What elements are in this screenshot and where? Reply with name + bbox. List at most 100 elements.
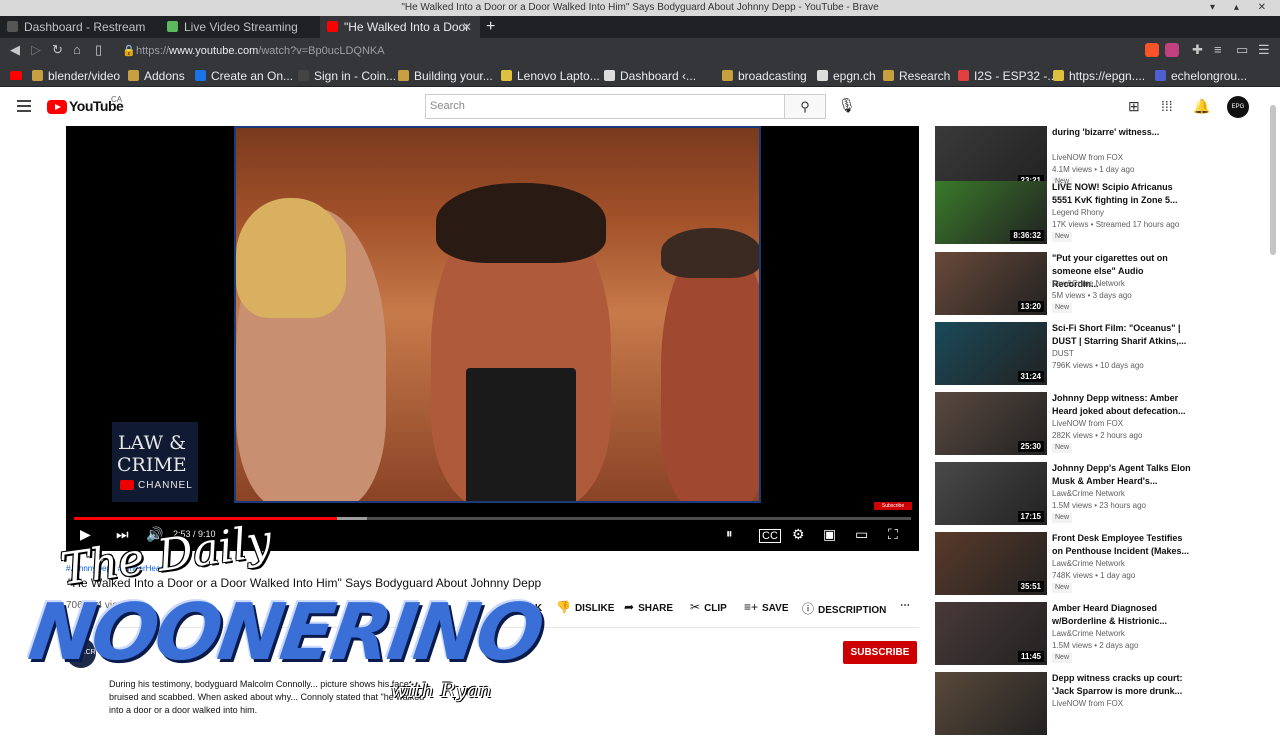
bookmark-item[interactable]: echelongrou... (1155, 65, 1247, 87)
subscribe-watermark[interactable]: Subscribe (874, 502, 912, 510)
settings-gear-icon[interactable]: ⚙ (792, 526, 805, 543)
bookmark-item[interactable]: blender/video (32, 65, 120, 87)
close-tab-icon[interactable]: ✕ (462, 16, 472, 38)
wallet-icon[interactable]: ▭ (1236, 42, 1248, 58)
volume-icon[interactable]: 🔊 (146, 526, 163, 543)
brave-rewards-icon[interactable] (1165, 43, 1179, 57)
forward-icon[interactable]: ▷ (31, 42, 41, 58)
sidebar-video-title[interactable]: Sci-Fi Short Film: "Oceanus" | DUST | St… (1052, 322, 1192, 348)
more-actions-icon[interactable]: ⋯ (900, 600, 910, 611)
youtube-logo-icon[interactable] (47, 100, 67, 114)
sidebar-video-title[interactable]: Johnny Depp's Agent Talks Elon Musk & Am… (1052, 462, 1192, 488)
sidebar-video-item[interactable]: 13:20 "Put your cigarettes out on someone… (935, 252, 1265, 316)
video-thumbnail[interactable]: 23:21 (935, 126, 1047, 189)
sidebar-video-title[interactable]: Depp witness cracks up court: 'Jack Spar… (1052, 672, 1192, 698)
video-thumbnail[interactable]: 31:24 (935, 322, 1047, 385)
sidebar-video-title[interactable]: Front Desk Employee Testifies on Penthou… (1052, 532, 1192, 558)
sidebar-video-item[interactable]: 31:24 Sci-Fi Short Film: "Oceanus" | DUST… (935, 322, 1265, 386)
description-button[interactable]: ⓘ DESCRIPTION (802, 600, 886, 617)
home-icon[interactable]: ⌂ (73, 42, 81, 57)
video-thumbnail[interactable]: 35:51 (935, 532, 1047, 595)
tab-restream[interactable]: Dashboard - Restream (0, 16, 160, 38)
subscribe-button[interactable]: SUBSCRIBE (843, 641, 917, 664)
search-input[interactable]: Search (425, 94, 785, 119)
next-icon[interactable]: ⏭ (116, 526, 129, 543)
sidebar-video-title[interactable]: Johnny Depp witness: Amber Heard joked a… (1052, 392, 1192, 418)
video-thumbnail[interactable]: 8:36:32 (935, 181, 1047, 244)
sidebar-channel-name[interactable]: LiveNOW from FOX (1052, 699, 1123, 708)
create-video-icon[interactable]: ⊞ (1128, 98, 1140, 115)
sidebar-video-title[interactable]: LIVE NOW! Scipio Africanus 5551 KvK figh… (1052, 181, 1192, 207)
captions-icon[interactable]: CC (759, 529, 781, 543)
new-tab-button[interactable]: + (486, 16, 495, 38)
sidebar-video-item[interactable]: 25:30 Johnny Depp witness: Amber Heard jo… (935, 392, 1265, 456)
bookmark-item[interactable]: Sign in - Coin... (298, 65, 396, 87)
playlist-icon[interactable]: ≡ (1214, 42, 1222, 57)
sidebar-video-item[interactable]: 35:51 Front Desk Employee Testifies on Pe… (935, 532, 1265, 596)
fullscreen-icon[interactable]: ⛶ (888, 526, 898, 543)
apps-grid-icon[interactable]: ⁞⁞⁞ (1161, 98, 1173, 114)
bookmark-item[interactable]: broadcasting (722, 65, 807, 87)
window-controls[interactable]: ▾ ▴ ✕ (1210, 0, 1274, 16)
sidebar-channel-name[interactable]: DUST (1052, 349, 1074, 358)
play-pause-icon[interactable]: ▶ (80, 526, 91, 543)
sidebar-video-title[interactable]: during 'bizarre' witness... (1052, 126, 1192, 139)
address-bar[interactable]: 🔒 https://www.youtube.com/watch?v=Bp0ucL… (120, 42, 1130, 61)
theater-mode-icon[interactable]: ▭ (855, 526, 868, 543)
sidebar-channel-name[interactable]: Law&Crime Network (1052, 559, 1125, 568)
hashtags[interactable]: #JohnnyDepp #AmberHeard (66, 564, 167, 573)
account-avatar[interactable]: EPG (1227, 96, 1249, 118)
hamburger-menu-icon[interactable] (17, 100, 31, 112)
sidebar-channel-name[interactable]: Law&Crime Network (1052, 279, 1125, 288)
bookmark-item[interactable]: Create an On... (195, 65, 293, 87)
sidebar-channel-name[interactable]: LiveNOW from FOX (1052, 419, 1123, 428)
video-thumbnail[interactable]: 11:45 (935, 602, 1047, 665)
menu-icon[interactable]: ☰ (1258, 42, 1270, 58)
sidebar-channel-name[interactable]: Law&Crime Network (1052, 629, 1125, 638)
channel-avatar[interactable]: LAW&CRIME (66, 638, 108, 668)
sidebar-video-item[interactable]: Depp witness cracks up court: 'Jack Spar… (935, 672, 1265, 736)
video-thumbnail[interactable]: 25:30 (935, 392, 1047, 455)
video-player[interactable]: LAW & CRIME CHANNEL Subscribe ▶ ⏭ 🔊 2:53… (66, 126, 919, 551)
video-thumbnail[interactable]: 13:20 (935, 252, 1047, 315)
autoplay-toggle[interactable]: ⏸ (726, 526, 733, 542)
tab-live-streaming[interactable]: Live Video Streaming (160, 16, 320, 38)
tab-youtube-active[interactable]: "He Walked Into a Door ✕ (320, 16, 480, 38)
bookmark-item[interactable]: Building your... (398, 65, 493, 87)
share-button[interactable]: ➦ SHARE (624, 600, 673, 614)
scrollbar[interactable] (1270, 105, 1276, 255)
like-button[interactable]: 👍 1.9K (502, 600, 542, 614)
bookmark-icon[interactable]: ▯ (95, 42, 102, 58)
microphone-icon[interactable]: 🎙 (838, 97, 856, 114)
video-thumbnail[interactable] (935, 672, 1047, 735)
sidebar-channel-name[interactable]: Law&Crime Network (1052, 489, 1125, 498)
clip-button[interactable]: ✂ CLIP (690, 600, 727, 614)
sidebar-channel-name[interactable]: Legend Rhony (1052, 208, 1104, 217)
youtube-bookmark-icon[interactable] (10, 65, 22, 87)
miniplayer-icon[interactable]: ▣ (823, 526, 836, 543)
search-icon: ⚲ (800, 99, 810, 114)
bookmark-item[interactable]: Research (883, 65, 950, 87)
extensions-icon[interactable]: ✚ (1192, 42, 1203, 58)
save-button[interactable]: ≡+ SAVE (744, 600, 789, 614)
progress-bar[interactable] (74, 517, 911, 520)
bookmark-item[interactable]: https://epgn.... (1053, 65, 1145, 87)
bookmark-item[interactable]: epgn.ch (817, 65, 876, 87)
dislike-button[interactable]: 👎 DISLIKE (556, 600, 614, 614)
back-icon[interactable]: ◀ (10, 42, 20, 58)
sidebar-video-item[interactable]: 8:36:32 LIVE NOW! Scipio Africanus 5551 K… (935, 181, 1265, 245)
sidebar-video-title[interactable]: Amber Heard Diagnosed w/Borderline & His… (1052, 602, 1192, 628)
notifications-bell-icon[interactable]: 🔔 (1193, 98, 1210, 115)
sidebar-video-item[interactable]: 11:45 Amber Heard Diagnosed w/Borderline … (935, 602, 1265, 666)
brave-shield-icon[interactable] (1145, 43, 1159, 57)
sidebar-video-item[interactable]: 17:15 Johnny Depp's Agent Talks Elon Musk… (935, 462, 1265, 526)
bookmark-item[interactable]: Addons (128, 65, 185, 87)
video-thumbnail[interactable]: 17:15 (935, 462, 1047, 525)
bookmark-item[interactable]: Lenovo Lapto... (501, 65, 600, 87)
streaming-icon (167, 21, 178, 32)
reload-icon[interactable]: ↻ (52, 42, 63, 58)
bookmark-item[interactable]: I2S - ESP32 -... (958, 65, 1057, 87)
bookmark-item[interactable]: Dashboard ‹... (604, 65, 696, 87)
sidebar-channel-name[interactable]: LiveNOW from FOX (1052, 153, 1123, 162)
search-button[interactable]: ⚲ (784, 94, 826, 119)
